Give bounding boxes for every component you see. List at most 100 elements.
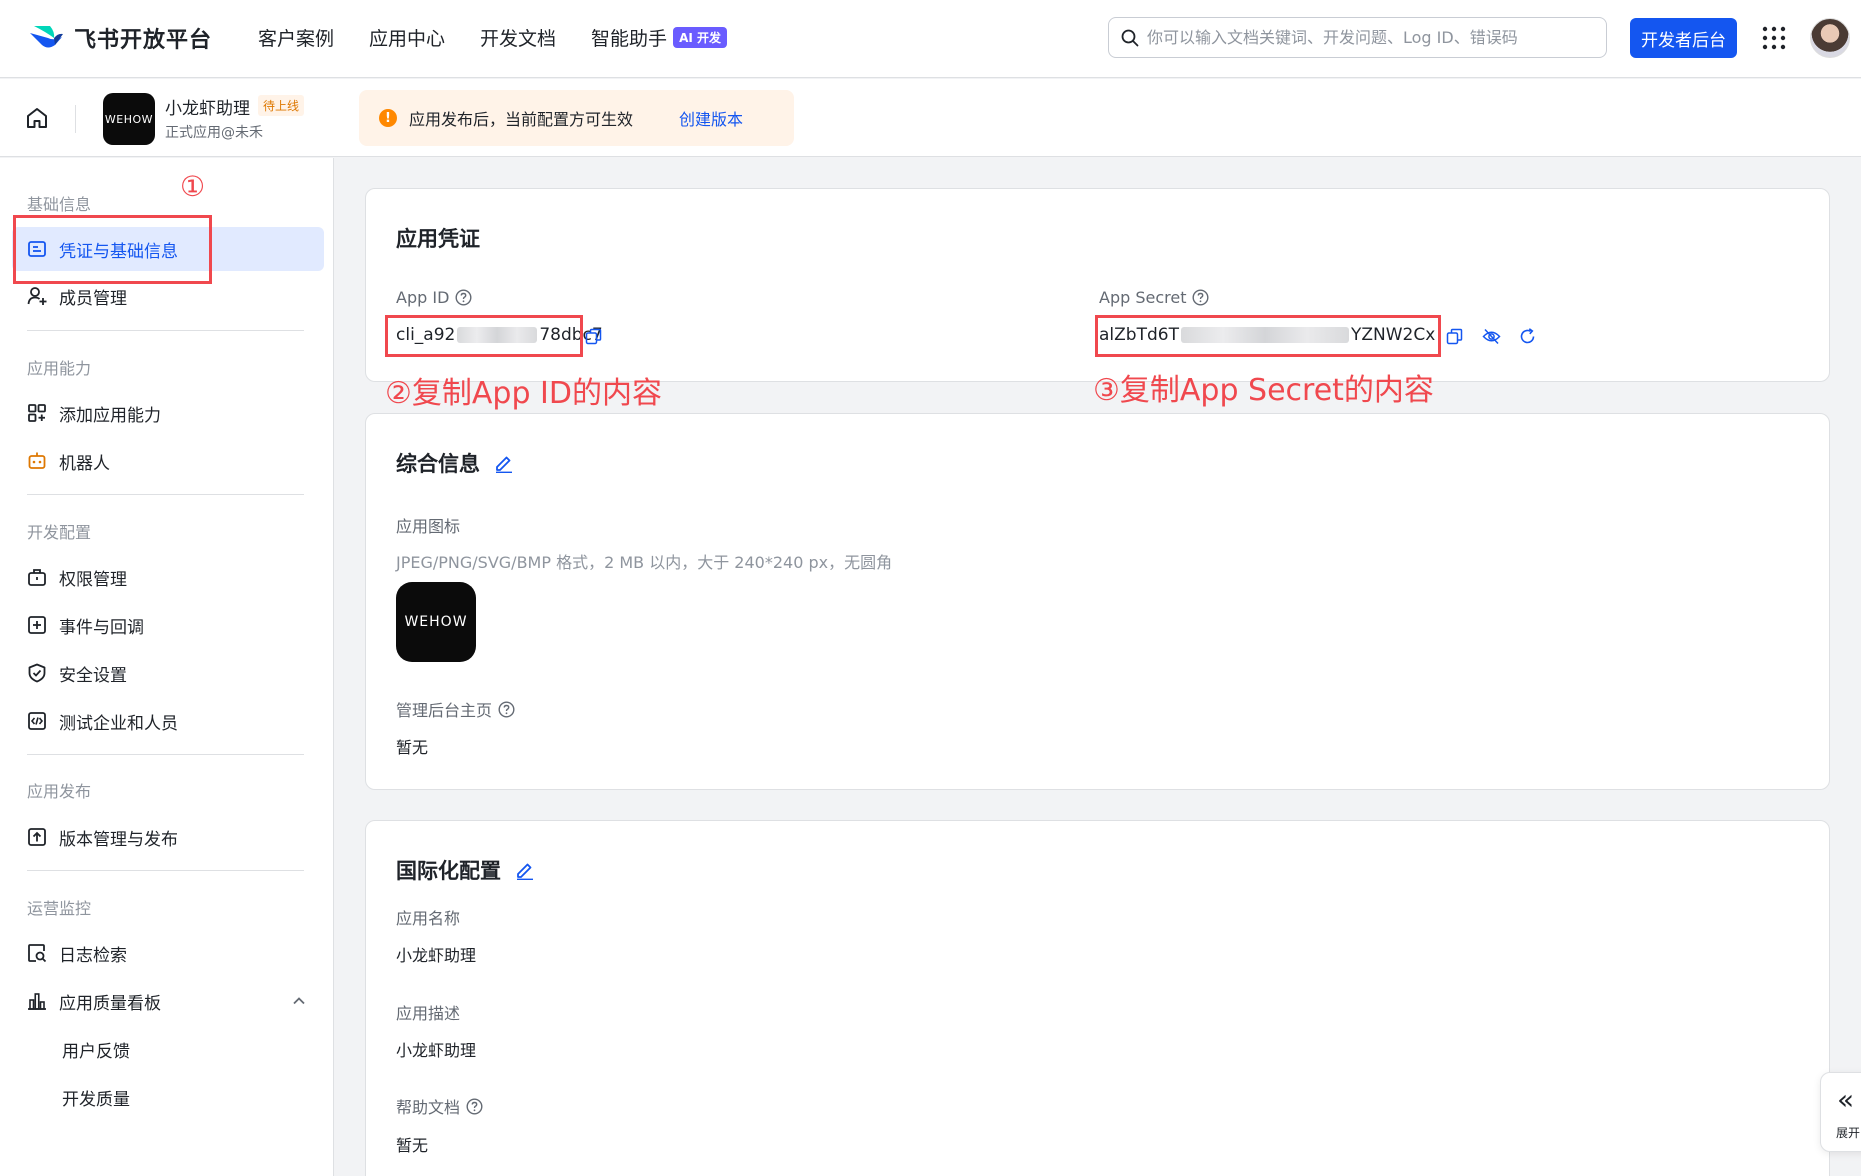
home-icon[interactable] xyxy=(25,106,49,130)
sidebar-item-label: 开发质量 xyxy=(62,1089,130,1110)
code-icon xyxy=(28,712,46,730)
refresh-icon[interactable] xyxy=(1519,328,1536,345)
app-logo: WEHOW xyxy=(103,93,155,145)
upload-icon xyxy=(28,828,46,846)
user-avatar[interactable] xyxy=(1810,18,1850,58)
sidebar: 基础信息 凭证与基础信息 成员管理 应用能力 添加应用能力 机器人 开发配置 权… xyxy=(0,158,334,1176)
copy-icon[interactable] xyxy=(585,328,602,345)
nav-smart-assistant[interactable]: 智能助手 AI 开发 xyxy=(591,24,727,51)
event-plus-icon xyxy=(28,616,46,634)
app-secret-label-text: App Secret xyxy=(1099,288,1187,307)
help-icon[interactable] xyxy=(498,700,515,718)
grid-plus-icon xyxy=(28,404,46,422)
create-version-link[interactable]: 创建版本 xyxy=(679,106,743,130)
annotation-step-1: ① xyxy=(180,170,206,203)
app-name: 小龙虾助理 xyxy=(165,99,250,119)
sidebar-item-events[interactable]: 事件与回调 xyxy=(12,603,324,647)
log-search-icon xyxy=(28,944,47,963)
nav-app-center[interactable]: 应用中心 xyxy=(369,24,445,51)
sidebar-group-capabilities: 应用能力 xyxy=(27,359,92,378)
sidebar-group-dev-config: 开发配置 xyxy=(27,523,92,542)
divider xyxy=(27,870,304,871)
logo-text: 飞书开放平台 xyxy=(74,28,213,53)
annotation-step-2: ②复制App ID的内容 xyxy=(385,376,662,411)
help-icon[interactable] xyxy=(1192,289,1209,306)
sidebar-item-label: 事件与回调 xyxy=(59,617,144,638)
credentials-title: 应用凭证 xyxy=(396,223,480,253)
sidebar-item-log-search[interactable]: 日志检索 xyxy=(12,931,324,975)
expand-panel-tab[interactable]: « 展开 xyxy=(1820,1072,1861,1152)
admin-home-label: 管理后台主页 xyxy=(396,697,515,721)
sidebar-group-basic: 基础信息 xyxy=(27,195,92,214)
sidebar-item-label: 安全设置 xyxy=(59,665,127,686)
divider xyxy=(27,754,304,755)
sidebar-item-quality-board[interactable]: 应用质量看板 xyxy=(12,979,324,1023)
i18n-title: 国际化配置 xyxy=(396,855,535,885)
sidebar-item-dev-quality[interactable]: 开发质量 xyxy=(12,1075,324,1119)
sidebar-item-label: 应用质量看板 xyxy=(59,993,161,1014)
help-icon[interactable] xyxy=(455,289,472,306)
app-id-label-text: App ID xyxy=(396,288,450,307)
sidebar-item-label: 成员管理 xyxy=(59,288,127,309)
app-icon-hint: JPEG/PNG/SVG/BMP 格式，2 MB 以内，大于 240*240 p… xyxy=(396,553,893,572)
search-icon xyxy=(1121,29,1139,46)
edit-icon[interactable] xyxy=(515,860,535,880)
annotation-box-app-id xyxy=(385,315,583,357)
general-info-card: 综合信息 应用图标 JPEG/PNG/SVG/BMP 格式，2 MB 以内，大于… xyxy=(365,413,1830,790)
briefcase-icon xyxy=(28,569,46,586)
sidebar-group-monitoring: 运营监控 xyxy=(27,899,92,918)
admin-home-label-text: 管理后台主页 xyxy=(396,701,493,720)
sidebar-item-user-feedback[interactable]: 用户反馈 xyxy=(12,1027,324,1071)
nav-smart-assistant-label: 智能助手 xyxy=(591,28,668,50)
app-desc-label: 应用描述 xyxy=(396,1004,461,1023)
top-navigation-bar: 飞书开放平台 客户案例 应用中心 开发文档 智能助手 AI 开发 开发者后台 xyxy=(0,0,1861,78)
sidebar-item-bot[interactable]: 机器人 xyxy=(12,439,324,483)
credentials-title-text: 应用凭证 xyxy=(396,227,480,251)
i18n-card: 国际化配置 应用名称 小龙虾助理 应用描述 小龙虾助理 帮助文档 暂无 xyxy=(365,820,1830,1176)
nav-customer-cases[interactable]: 客户案例 xyxy=(258,24,334,51)
app-header-bar: WEHOW 小龙虾助理 待上线 正式应用@未禾 ! 应用发布后，当前配置方可生效… xyxy=(0,79,1861,157)
edit-icon[interactable] xyxy=(494,453,514,473)
sidebar-item-test-enterprise[interactable]: 测试企业和人员 xyxy=(12,699,324,743)
help-icon[interactable] xyxy=(466,1097,483,1115)
expand-label: 展开 xyxy=(1836,1126,1861,1140)
ai-dev-badge: AI 开发 xyxy=(673,27,727,48)
app-status-badge: 待上线 xyxy=(258,95,305,116)
notice-text: 应用发布后，当前配置方可生效 xyxy=(409,110,634,129)
app-icon-label: 应用图标 xyxy=(396,517,461,536)
publish-notice: ! 应用发布后，当前配置方可生效 创建版本 xyxy=(359,90,794,146)
app-secret-label: App Secret xyxy=(1099,288,1209,307)
annotation-box-credentials xyxy=(13,215,212,284)
app-grid-icon[interactable] xyxy=(1762,26,1786,50)
help-doc-label-text: 帮助文档 xyxy=(396,1098,461,1117)
sidebar-group-release: 应用发布 xyxy=(27,782,92,801)
annotation-box-app-secret xyxy=(1095,315,1441,357)
general-info-title-text: 综合信息 xyxy=(396,452,480,476)
divider xyxy=(27,494,304,495)
double-chevron-left-icon: « xyxy=(1837,1083,1855,1116)
developer-console-button[interactable]: 开发者后台 xyxy=(1630,18,1737,58)
sidebar-item-label: 日志检索 xyxy=(59,945,127,966)
sidebar-item-versions[interactable]: 版本管理与发布 xyxy=(12,815,324,859)
robot-icon xyxy=(28,452,46,469)
admin-home-value: 暂无 xyxy=(396,738,429,757)
feishu-logo[interactable]: 飞书开放平台 xyxy=(28,22,212,54)
sidebar-item-permissions[interactable]: 权限管理 xyxy=(12,555,324,599)
eye-hidden-icon[interactable] xyxy=(1482,328,1501,345)
search-box xyxy=(1108,17,1607,58)
copy-icon[interactable] xyxy=(1446,328,1463,345)
sidebar-item-security[interactable]: 安全设置 xyxy=(12,651,324,695)
sidebar-item-add-capability[interactable]: 添加应用能力 xyxy=(12,391,324,435)
search-input[interactable] xyxy=(1147,28,1587,47)
nav-dev-docs[interactable]: 开发文档 xyxy=(480,24,556,51)
divider xyxy=(75,105,76,133)
divider xyxy=(27,330,304,331)
shield-icon xyxy=(28,663,46,683)
add-member-icon xyxy=(27,287,47,305)
app-icon-image[interactable]: WEHOW xyxy=(396,582,476,662)
chevron-up-icon[interactable] xyxy=(292,994,306,1008)
bar-chart-icon xyxy=(28,993,46,1010)
sidebar-item-label: 版本管理与发布 xyxy=(59,829,178,850)
sidebar-item-label: 用户反馈 xyxy=(62,1041,130,1062)
main-nav: 客户案例 应用中心 开发文档 智能助手 AI 开发 xyxy=(258,24,727,51)
